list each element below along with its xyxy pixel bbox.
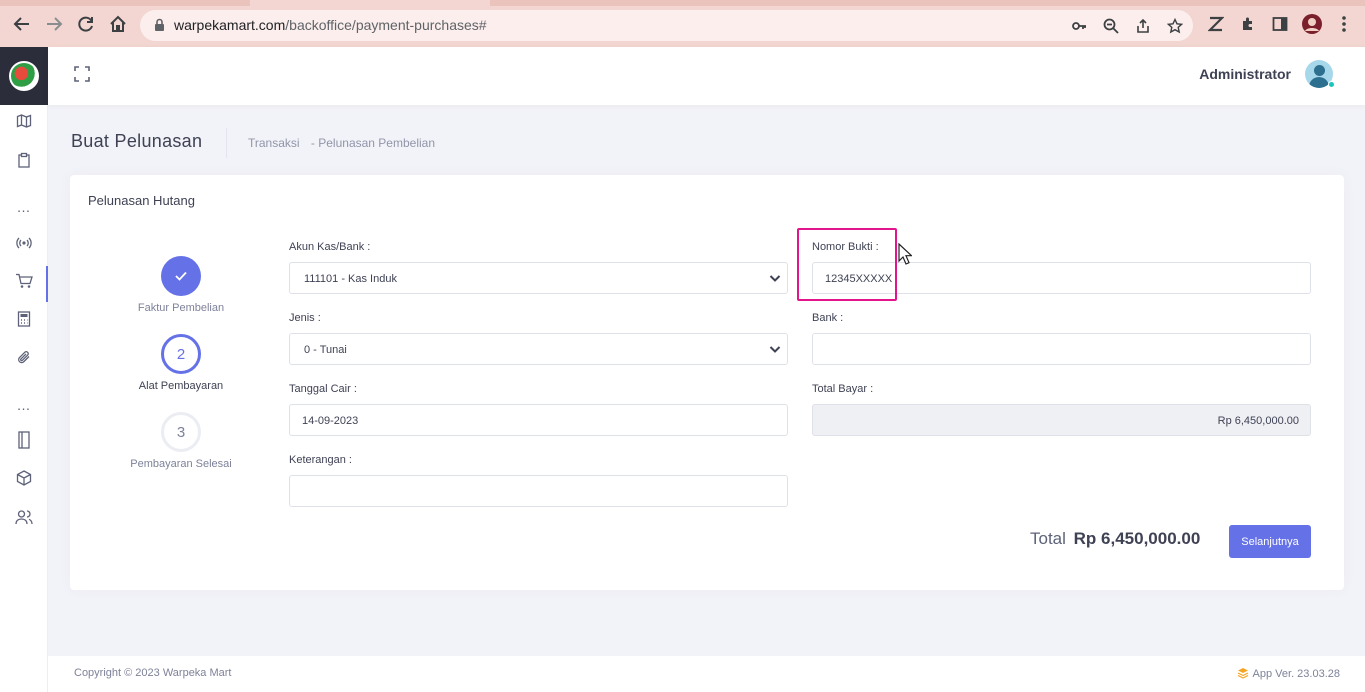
sidebar: … … (0, 47, 48, 692)
step-label: Faktur Pembelian (137, 302, 225, 314)
home-icon[interactable] (107, 13, 129, 35)
lock-icon (154, 18, 165, 37)
step-pembayaran-selesai: 3 Pembayaran Selesai (116, 412, 246, 470)
browser-menu-icon[interactable] (1334, 14, 1354, 34)
chevron-down-icon (769, 344, 781, 357)
sidebar-item-products[interactable] (0, 463, 48, 493)
share-icon[interactable] (1134, 17, 1152, 35)
bank-label: Bank : (812, 312, 844, 324)
paperclip-icon (18, 351, 30, 364)
subheader-divider (226, 128, 227, 158)
key-icon[interactable] (1070, 17, 1088, 35)
jenis-select[interactable]: 0 - Tunai (289, 333, 788, 365)
extensions-puzzle-icon[interactable] (1238, 14, 1258, 34)
step-alat-pembayaran: 2 Alat Pembayaran (116, 334, 246, 392)
keterangan-input[interactable] (289, 475, 788, 507)
jenis-value: 0 - Tunai (304, 344, 347, 356)
box-icon (16, 470, 32, 486)
sidebar-item-calculator[interactable] (0, 304, 48, 334)
cart-icon (16, 273, 33, 288)
active-tab[interactable] (250, 0, 490, 6)
profile-avatar-icon[interactable] (1302, 14, 1322, 34)
url-text: warpekamart.com/backoffice/payment-purch… (174, 17, 487, 33)
side-panel-icon[interactable] (1270, 14, 1290, 34)
step-label: Alat Pembayaran (138, 380, 224, 392)
sidebar-item-users[interactable] (0, 502, 48, 532)
sidebar-item-clipboard[interactable] (0, 145, 48, 175)
bank-input[interactable] (812, 333, 1311, 365)
chevron-down-icon (769, 273, 781, 286)
app-version-text: App Ver. 23.03.28 (1252, 668, 1340, 680)
sidebar-item-purchases[interactable] (0, 266, 48, 302)
brand-logo[interactable] (0, 47, 48, 105)
notebook-icon (18, 431, 30, 449)
step-number: 3 (161, 412, 201, 452)
akun-kas-bank-select[interactable]: 111101 - Kas Induk (289, 262, 788, 294)
user-name[interactable]: Administrator (1199, 66, 1291, 82)
step-label: Pembayaran Selesai (130, 458, 232, 470)
address-bar[interactable]: warpekamart.com/backoffice/payment-purch… (140, 10, 1193, 41)
mouse-cursor-icon (898, 242, 914, 270)
card-title: Pelunasan Hutang (88, 193, 195, 208)
fullscreen-icon[interactable] (74, 66, 90, 82)
sidebar-section-dots: … (16, 397, 32, 413)
check-icon (175, 271, 187, 281)
sidebar-item-attachment[interactable] (0, 342, 48, 372)
jenis-label: Jenis : (289, 312, 321, 324)
copyright-text: Copyright © 2023 Warpeka Mart (74, 667, 232, 679)
total-label: Total (1030, 529, 1066, 548)
step-done-circle (161, 256, 201, 296)
tanggal-cair-label: Tanggal Cair : (289, 383, 357, 395)
akun-label: Akun Kas/Bank : (289, 241, 371, 253)
tab-strip (0, 0, 1365, 6)
app-version: App Ver. 23.03.28 (1237, 667, 1340, 682)
star-icon[interactable] (1166, 17, 1184, 35)
step-number: 2 (161, 334, 201, 374)
sidebar-item-dashboard[interactable] (0, 106, 48, 136)
breadcrumb: Transaksi - Pelunasan Pembelian (248, 136, 443, 150)
online-status-dot (1328, 81, 1335, 88)
breadcrumb-item-transaksi[interactable]: Transaksi (248, 136, 300, 150)
sidebar-item-broadcast[interactable] (0, 228, 48, 258)
akun-value: 111101 - Kas Induk (304, 273, 397, 285)
payment-card: Pelunasan Hutang Faktur Pembelian 2 Alat… (70, 175, 1344, 590)
forward-icon[interactable] (43, 13, 65, 35)
broadcast-icon (16, 237, 32, 249)
reload-icon[interactable] (75, 13, 97, 35)
breadcrumb-item-pelunasan[interactable]: - Pelunasan Pembelian (311, 136, 435, 150)
total-amount: Rp 6,450,000.00 (1073, 529, 1201, 548)
users-icon (15, 510, 33, 525)
sidebar-section-dots: … (16, 199, 32, 215)
top-header: Administrator (48, 47, 1365, 105)
total-summary: Total Rp 6,450,000.00 (1030, 529, 1200, 549)
layers-icon (1237, 667, 1249, 682)
map-icon (16, 114, 32, 128)
footer: Copyright © 2023 Warpeka Mart App Ver. 2… (48, 656, 1365, 692)
browser-chrome: warpekamart.com/backoffice/payment-purch… (0, 0, 1365, 47)
sidebar-item-ledger[interactable] (0, 425, 48, 455)
z-extension-icon[interactable] (1206, 14, 1226, 34)
zoom-icon[interactable] (1102, 17, 1120, 35)
step-faktur-pembelian: Faktur Pembelian (116, 256, 246, 314)
total-bayar-value: Rp 6,450,000.00 (1217, 415, 1299, 427)
total-bayar-field: Rp 6,450,000.00 (812, 404, 1311, 436)
tanggal-cair-value: 14-09-2023 (302, 415, 359, 427)
page-title: Buat Pelunasan (71, 131, 203, 151)
highlight-box (797, 228, 897, 301)
logo-mark (9, 61, 39, 91)
tanggal-cair-input[interactable]: 14-09-2023 (289, 404, 788, 436)
next-button[interactable]: Selanjutnya (1229, 525, 1311, 558)
keterangan-label: Keterangan : (289, 454, 352, 466)
calculator-icon (17, 311, 31, 327)
back-icon[interactable] (11, 13, 33, 35)
clipboard-icon (18, 152, 30, 168)
total-bayar-label: Total Bayar : (812, 383, 874, 395)
